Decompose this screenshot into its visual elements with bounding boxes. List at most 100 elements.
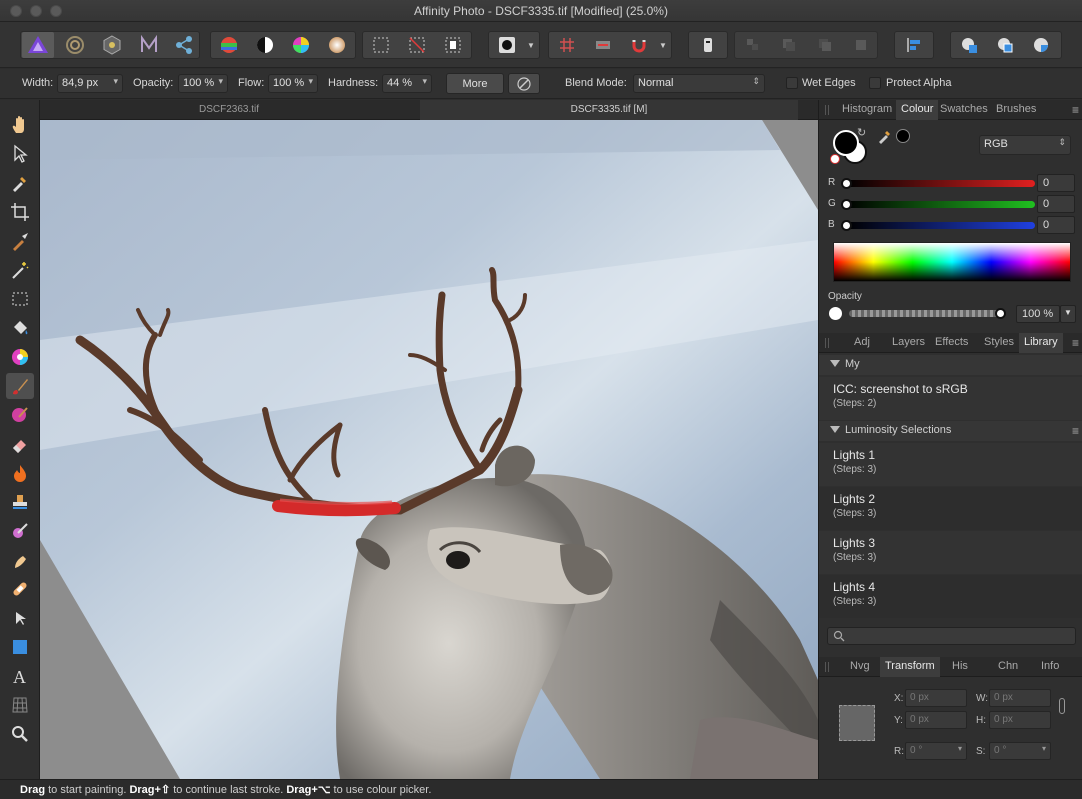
move-to-front-button[interactable]: [845, 32, 877, 58]
w-field[interactable]: 0 px: [989, 689, 1051, 707]
opacity-slider-knob[interactable]: [995, 308, 1006, 319]
library-item[interactable]: Lights 3 (Steps: 3): [819, 531, 1082, 574]
stroke-stabiliser-button[interactable]: [508, 73, 540, 94]
add-shapes-button[interactable]: [953, 32, 985, 58]
library-group-luminosity-selections[interactable]: Luminosity Selections ≡: [819, 421, 1082, 441]
tab-brushes[interactable]: Brushes: [991, 100, 1041, 120]
subtract-shapes-button[interactable]: [989, 32, 1021, 58]
erase-brush-tool[interactable]: [6, 431, 34, 457]
select-all-button[interactable]: [365, 32, 397, 58]
snapping-button[interactable]: [623, 32, 655, 58]
primary-colour-well[interactable]: [833, 130, 859, 156]
opacity-dropdown[interactable]: ▼: [1060, 305, 1076, 323]
tab-info[interactable]: Info: [1036, 657, 1064, 677]
liquify-persona-button[interactable]: [59, 32, 91, 58]
tab-transform[interactable]: Transform: [880, 657, 940, 677]
mesh-warp-tool[interactable]: [6, 692, 34, 718]
quick-mask-button[interactable]: [491, 32, 523, 58]
colour-picker-button[interactable]: [877, 128, 893, 147]
opacity-slider[interactable]: [849, 310, 1005, 317]
y-field[interactable]: 0 px: [905, 711, 967, 729]
doc-tab-dscf3335[interactable]: DSCF3335.tif [M]: [420, 100, 798, 120]
tab-navigator[interactable]: Nvg: [845, 657, 875, 677]
g-value-field[interactable]: 0: [1037, 195, 1075, 213]
more-button[interactable]: More: [446, 73, 504, 94]
selection-brush-tool[interactable]: [6, 228, 34, 254]
no-colour-icon[interactable]: [830, 154, 840, 164]
clone-brush-tool[interactable]: [6, 489, 34, 515]
grid-button[interactable]: [551, 32, 583, 58]
assistant-button[interactable]: [692, 32, 724, 58]
colour-spectrum[interactable]: [833, 242, 1071, 282]
r-slider[interactable]: [847, 180, 1035, 187]
auto-white-balance-button[interactable]: [321, 32, 353, 58]
flow-field[interactable]: 100 % ▾: [268, 74, 318, 93]
width-field[interactable]: 84,9 px ▾: [57, 74, 123, 93]
quick-mask-dropdown[interactable]: ▼: [523, 32, 539, 58]
colour-picker-tool[interactable]: [6, 170, 34, 196]
tab-styles[interactable]: Styles: [979, 333, 1019, 353]
tab-channels[interactable]: Chn: [993, 657, 1023, 677]
colour-model-select[interactable]: RGB ⇕: [979, 135, 1071, 155]
b-slider-knob[interactable]: [841, 220, 852, 231]
shear-field[interactable]: 0 ° ▾: [989, 742, 1051, 760]
lock-aspect-icon[interactable]: [1059, 698, 1065, 714]
panel-grip[interactable]: [825, 105, 829, 115]
panel-grip[interactable]: [825, 338, 829, 348]
doc-tab-dscf2363[interactable]: DSCF2363.tif: [40, 100, 418, 120]
blend-mode-select[interactable]: Normal ⇕: [633, 74, 765, 93]
protect-alpha-checkbox[interactable]: [869, 77, 881, 89]
x-field[interactable]: 0 px: [905, 689, 967, 707]
move-tool[interactable]: [6, 141, 34, 167]
intersect-shapes-button[interactable]: [1025, 32, 1057, 58]
disclosure-triangle-icon[interactable]: [830, 360, 840, 367]
g-slider[interactable]: [847, 201, 1035, 208]
flood-select-tool[interactable]: [6, 257, 34, 283]
move-to-back-button[interactable]: [737, 32, 769, 58]
tab-layers[interactable]: Layers: [887, 333, 930, 353]
align-button[interactable]: [898, 32, 930, 58]
library-item[interactable]: ICC: screenshot to sRGB (Steps: 2): [819, 377, 1082, 420]
rotation-field[interactable]: 0 ° ▾: [905, 742, 967, 760]
auto-levels-button[interactable]: [213, 32, 245, 58]
liquify-tool[interactable]: [6, 547, 34, 573]
hardness-field[interactable]: 44 % ▾: [382, 74, 432, 93]
zoom-tool[interactable]: [6, 721, 34, 747]
move-back-one-button[interactable]: [773, 32, 805, 58]
tab-colour[interactable]: Colour: [896, 100, 939, 120]
dodge-brush-tool[interactable]: [6, 460, 34, 486]
r-slider-knob[interactable]: [841, 178, 852, 189]
disclosure-triangle-icon[interactable]: [830, 426, 840, 433]
group-menu-icon[interactable]: ≡: [1072, 424, 1079, 438]
view-tool[interactable]: [6, 112, 34, 138]
library-item[interactable]: Lights 4 (Steps: 3): [819, 575, 1082, 618]
develop-persona-button[interactable]: [96, 32, 128, 58]
gradient-tool[interactable]: [6, 344, 34, 370]
tab-adj[interactable]: Adj: [849, 333, 875, 353]
b-value-field[interactable]: 0: [1037, 216, 1075, 234]
move-forward-one-button[interactable]: [809, 32, 841, 58]
document-canvas[interactable]: [40, 120, 818, 779]
flood-fill-tool[interactable]: [6, 315, 34, 341]
tab-library[interactable]: Library: [1019, 333, 1063, 353]
b-slider[interactable]: [847, 222, 1035, 229]
library-search-input[interactable]: [827, 627, 1076, 645]
export-persona-button[interactable]: [168, 32, 200, 58]
library-group-my[interactable]: My: [819, 355, 1082, 375]
opacity-field[interactable]: 100 % ▾: [178, 74, 228, 93]
anchor-point-selector[interactable]: [839, 705, 875, 741]
force-pixel-alignment-button[interactable]: [587, 32, 619, 58]
snapping-dropdown[interactable]: ▼: [655, 32, 671, 58]
library-item[interactable]: Lights 2 (Steps: 3): [819, 487, 1082, 530]
library-item[interactable]: Lights 1 (Steps: 3): [819, 443, 1082, 486]
opacity-value-field[interactable]: 100 %: [1016, 305, 1060, 323]
invert-selection-button[interactable]: [437, 32, 469, 58]
artistic-text-tool[interactable]: A: [6, 663, 34, 689]
r-value-field[interactable]: 0: [1037, 174, 1075, 192]
tab-swatches[interactable]: Swatches: [935, 100, 993, 120]
colour-replacement-tool[interactable]: [6, 402, 34, 428]
paint-brush-tool[interactable]: [6, 373, 34, 399]
blur-brush-tool[interactable]: [6, 518, 34, 544]
auto-contrast-button[interactable]: [249, 32, 281, 58]
photo-persona-button[interactable]: [22, 32, 54, 58]
